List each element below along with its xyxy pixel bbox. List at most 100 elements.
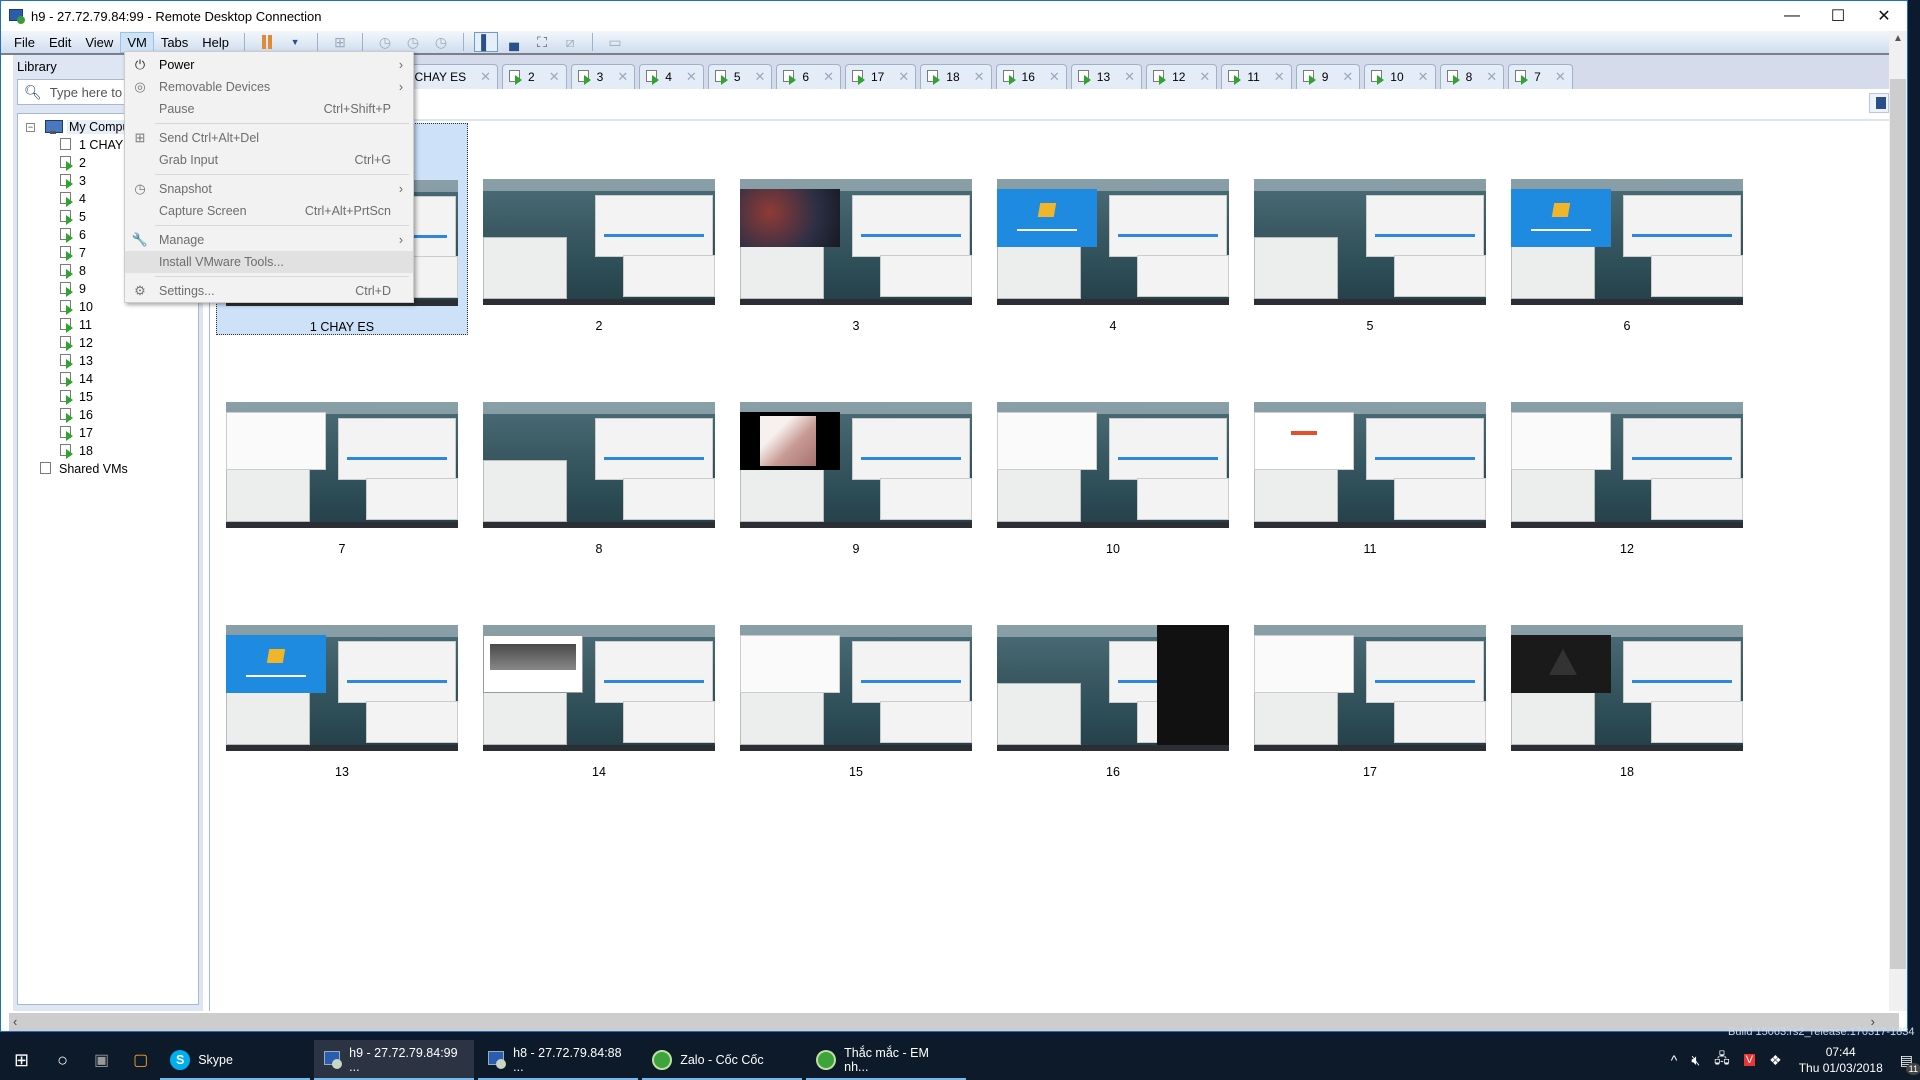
network-icon[interactable]: 🖧 [1714, 1048, 1730, 1072]
taskbar-item[interactable]: h8 - 27.72.79.84:88 ... [478, 1040, 639, 1080]
vm-thumbnail[interactable]: 4 [987, 123, 1239, 335]
take-snapshot-button[interactable]: ◷ [373, 32, 397, 52]
pause-dropdown-icon[interactable]: ▼ [283, 32, 307, 52]
dropbox-icon[interactable]: ❖ [1769, 1052, 1782, 1069]
close-tab-icon[interactable]: ✕ [1486, 69, 1497, 85]
menu-item-manage[interactable]: 🔧 Manage › [125, 229, 413, 251]
close-tab-icon[interactable]: ✕ [1124, 69, 1135, 85]
menu-vm[interactable]: VM [120, 31, 154, 53]
vm-thumbnail[interactable]: 9 [730, 346, 982, 558]
taskbar-item[interactable]: Zalo - Cốc Cốc [642, 1040, 803, 1080]
revert-snapshot-button[interactable]: ◷ [401, 32, 425, 52]
close-tab-icon[interactable]: ✕ [974, 69, 985, 85]
unity-button[interactable]: ⧄ [558, 32, 582, 52]
tab-vm[interactable]: 2 ✕ [502, 64, 567, 89]
menu-item-send-ctrl-alt-del[interactable]: ⊞ Send Ctrl+Alt+Del [125, 127, 413, 149]
show-hidden-icons[interactable]: ^ [1671, 1052, 1678, 1068]
cortana-button[interactable]: ○ [43, 1040, 82, 1080]
horizontal-scrollbar[interactable]: ‹ › [9, 1013, 1899, 1031]
tab-vm[interactable]: 8 ✕ [1439, 64, 1505, 89]
tree-node-shared-vms[interactable]: Shared VMs [18, 460, 198, 478]
menu-edit[interactable]: Edit [42, 32, 78, 53]
tab-vm[interactable]: 3 ✕ [570, 64, 636, 89]
tab-vm[interactable]: 12 ✕ [1146, 64, 1218, 89]
menu-item-capture-screen[interactable]: Capture Screen Ctrl+Alt+PrtScn [125, 200, 413, 222]
tab-vm[interactable]: 13 ✕ [1070, 64, 1143, 89]
taskbar-item[interactable]: S Skype [160, 1040, 311, 1080]
vm-thumbnail[interactable]: 5 [1244, 123, 1496, 335]
console-view-button[interactable]: ▭ [603, 32, 627, 52]
menu-item-grab-input[interactable]: Grab Input Ctrl+G [125, 149, 413, 171]
close-tab-icon[interactable]: ✕ [1418, 69, 1429, 85]
show-library-button[interactable]: ▌ [474, 32, 499, 52]
vm-thumbnail[interactable]: 15 [730, 569, 982, 781]
tree-node-vm[interactable]: 15 [18, 388, 198, 406]
close-tab-icon[interactable]: ✕ [549, 69, 560, 85]
tab-vm[interactable]: 11 ✕ [1221, 64, 1292, 89]
vm-thumbnail[interactable]: 10 [987, 346, 1239, 558]
vm-thumbnail[interactable]: 11 [1244, 346, 1496, 558]
close-button[interactable]: ✕ [1861, 1, 1907, 31]
menu-item-removable-devices[interactable]: ◎ Removable Devices › [125, 76, 413, 98]
tab-vm[interactable]: 7 ✕ [1508, 64, 1573, 89]
start-button[interactable]: ⊞ [0, 1040, 43, 1080]
vm-thumbnail[interactable]: 14 [473, 569, 725, 781]
task-view-button[interactable]: ▣ [82, 1040, 121, 1080]
vm-thumbnail[interactable]: 18 [1501, 569, 1753, 781]
vmware-pinned-icon[interactable]: ▢ [121, 1040, 160, 1080]
menu-item-install-vmware-tools[interactable]: Install VMware Tools... [125, 251, 413, 273]
send-ctrl-alt-del-button[interactable]: ⊞ [328, 32, 352, 52]
close-tab-icon[interactable]: ✕ [898, 69, 909, 85]
menu-file[interactable]: File [7, 32, 42, 53]
vm-thumbnail[interactable]: 6 [1501, 123, 1753, 335]
clock[interactable]: 07:44 Thu 01/03/2018 [1799, 1044, 1883, 1076]
close-tab-icon[interactable]: ✕ [823, 69, 834, 85]
tree-node-vm[interactable]: 14 [18, 370, 198, 388]
vm-thumbnail[interactable]: 17 [1244, 569, 1496, 781]
minimize-button[interactable]: — [1769, 1, 1815, 31]
menu-item-snapshot[interactable]: ◷ Snapshot › [125, 178, 413, 200]
close-tab-icon[interactable]: ✕ [1555, 69, 1566, 85]
close-tab-icon[interactable]: ✕ [686, 69, 697, 85]
snapshot-manager-button[interactable]: ◷ [429, 32, 453, 52]
menu-item-settings[interactable]: ⚙ Settings... Ctrl+D [125, 280, 413, 302]
show-thumbnail-bar-button[interactable]: ▄ [502, 32, 526, 52]
close-tab-icon[interactable]: ✕ [1342, 69, 1353, 85]
menu-item-power[interactable]: ⏻ Power › [125, 54, 413, 76]
volume-muted-icon[interactable]: 🔇︎ [1691, 1052, 1700, 1069]
scroll-left-icon[interactable]: ‹ [13, 1014, 17, 1029]
scrollbar-thumb[interactable] [1890, 79, 1906, 969]
tree-node-vm[interactable]: 18 [18, 442, 198, 460]
pause-button[interactable] [255, 32, 279, 52]
vm-thumbnail[interactable]: 8 [473, 346, 725, 558]
vm-thumbnail[interactable]: 2 [473, 123, 725, 335]
vm-thumbnail[interactable]: 12 [1501, 346, 1753, 558]
vm-thumbnail[interactable]: 7 [216, 346, 468, 558]
vivaldi-icon[interactable]: V [1743, 1054, 1756, 1066]
close-tab-icon[interactable]: ✕ [1274, 69, 1285, 85]
vm-thumbnail[interactable]: 16 [987, 569, 1239, 781]
tab-vm[interactable]: 6 ✕ [776, 64, 841, 89]
taskbar-item[interactable]: h9 - 27.72.79.84:99 ... [314, 1040, 475, 1080]
menu-help[interactable]: Help [195, 32, 236, 53]
thumbnail-view-button[interactable] [1869, 93, 1889, 113]
vertical-scrollbar[interactable]: ▲ [1889, 31, 1907, 1011]
menu-item-pause[interactable]: Pause Ctrl+Shift+P [125, 98, 413, 120]
maximize-button[interactable]: ☐ [1815, 1, 1861, 31]
full-screen-button[interactable]: ⛶ [530, 32, 554, 52]
close-tab-icon[interactable]: ✕ [617, 69, 628, 85]
tree-node-vm[interactable]: 17 [18, 424, 198, 442]
vm-thumbnail[interactable]: 3 [730, 123, 982, 335]
tab-vm[interactable]: 17 ✕ [845, 64, 917, 89]
tab-vm[interactable]: 5 ✕ [707, 64, 773, 89]
tab-vm[interactable]: 9 ✕ [1295, 64, 1361, 89]
tree-node-vm[interactable]: 13 [18, 352, 198, 370]
menu-view[interactable]: View [78, 32, 120, 53]
close-tab-icon[interactable]: ✕ [1199, 69, 1210, 85]
collapse-icon[interactable]: − [26, 122, 35, 132]
vm-thumbnail[interactable]: 13 [216, 569, 468, 781]
tree-node-vm[interactable]: 16 [18, 406, 198, 424]
action-center-icon[interactable]: ▤ 11 [1900, 1052, 1920, 1075]
tab-vm[interactable]: 16 ✕ [995, 64, 1067, 89]
close-tab-icon[interactable]: ✕ [1049, 69, 1060, 85]
